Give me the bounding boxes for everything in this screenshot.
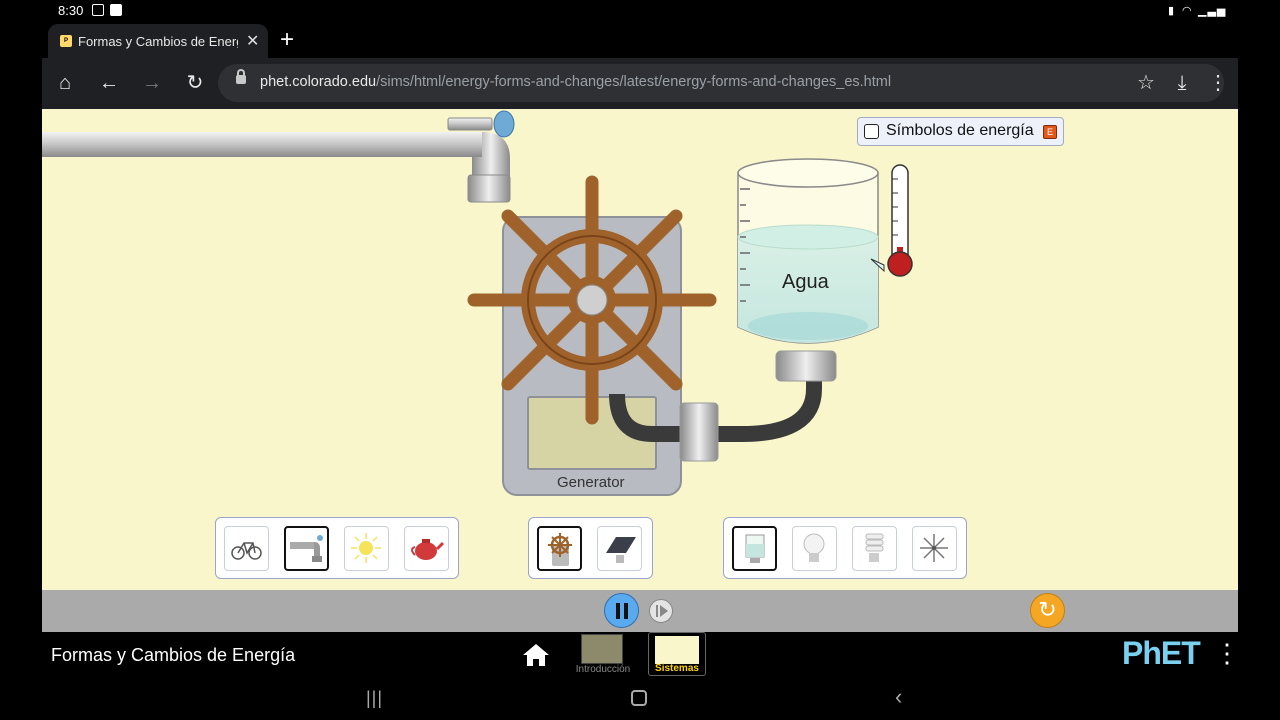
status-time: 8:30 — [58, 3, 84, 18]
tab-title: Formas y Cambios de Energía — [78, 34, 238, 49]
teapot-icon — [411, 539, 444, 560]
bicycle-icon — [231, 542, 262, 560]
recent-apps-icon[interactable]: ||| — [366, 688, 383, 709]
android-home-icon[interactable] — [631, 690, 647, 706]
browser-toolbar: ⌂ ← → ↻ phet.colorado.edu/sims/html/ener… — [42, 58, 1238, 109]
pause-icon-bar — [624, 603, 628, 619]
reset-icon: ↻ — [1038, 597, 1057, 622]
beaker[interactable] — [737, 158, 879, 344]
incandescent-bulb-icon — [803, 533, 825, 562]
phet-menu-icon[interactable]: ⋮ — [1214, 640, 1240, 666]
converter-carousel — [528, 517, 653, 579]
user-incandescent-bulb-button[interactable] — [792, 526, 837, 571]
source-teapot-button[interactable] — [404, 526, 449, 571]
converter-solar-panel-button[interactable] — [597, 526, 642, 571]
screen-button-sistemas[interactable]: Sistemas — [648, 632, 706, 676]
android-navigation-bar: ||| ‹ — [0, 678, 1280, 720]
status-bar: 8:30 ▮ ◠ ▁▃▅ — [0, 0, 1280, 22]
forward-icon[interactable]: → — [139, 70, 165, 96]
step-bar-icon — [656, 605, 658, 617]
energy-symbols-checkbox[interactable] — [864, 124, 879, 139]
download-icon[interactable]: ⤓ — [1169, 70, 1195, 96]
user-beaker-button[interactable] — [732, 526, 777, 571]
solar-panel-icon — [606, 537, 636, 563]
pause-icon — [616, 603, 620, 619]
energy-source-carousel — [215, 517, 459, 579]
intro-thumbnail — [581, 634, 623, 664]
source-sun-button[interactable] — [344, 526, 389, 571]
faucet[interactable] — [42, 110, 515, 203]
home-screen-icon[interactable] — [522, 643, 550, 667]
bookmark-star-icon[interactable]: ☆ — [1133, 70, 1159, 96]
user-fluorescent-bulb-button[interactable] — [852, 526, 897, 571]
home-icon[interactable]: ⌂ — [52, 70, 78, 96]
menu-dots-icon[interactable]: ⋮ — [1205, 70, 1231, 96]
app-icon — [110, 4, 122, 16]
new-tab-button[interactable]: + — [280, 28, 294, 52]
converter-generator-button[interactable] — [537, 526, 582, 571]
generator-icon — [548, 533, 572, 566]
beaker-label: Agua — [782, 271, 829, 293]
sistemas-thumbnail — [655, 636, 699, 664]
sun-icon — [351, 533, 381, 563]
energy-symbols-label: Símbolos de energía — [886, 122, 1034, 139]
wheel[interactable] — [467, 175, 717, 425]
phet-favicon-icon: P — [60, 35, 72, 47]
sim-title: Formas y Cambios de Energía — [51, 645, 296, 665]
sim-control-bar: ↻ — [42, 590, 1238, 632]
signal-icon: ▁▃▅ — [1198, 5, 1227, 17]
play-pause-button[interactable] — [604, 593, 639, 628]
lock-icon — [236, 69, 246, 84]
reset-all-button[interactable]: ↻ — [1030, 593, 1065, 628]
phet-navigation-bar: Formas y Cambios de Energía Introducción… — [42, 632, 1240, 678]
screenshot-icon — [92, 4, 104, 16]
url-text[interactable]: phet.colorado.edu/sims/html/energy-forms… — [260, 74, 891, 90]
beaker-icon — [745, 534, 765, 563]
screen-label-sistemas: Sistemas — [655, 663, 699, 674]
fan-icon — [920, 534, 948, 562]
energy-symbols-toggle[interactable]: Símbolos de energía E — [857, 117, 1064, 146]
browser-tab[interactable]: P Formas y Cambios de Energía ✕ — [48, 24, 268, 58]
screen-button-introduccion[interactable]: Introducción — [568, 634, 638, 676]
tab-strip: P Formas y Cambios de Energía ✕ + — [42, 22, 1238, 58]
address-bar[interactable]: phet.colorado.edu/sims/html/energy-forms… — [218, 64, 1224, 102]
phet-logo: PhET — [1122, 635, 1201, 671]
screen-label-introduccion: Introducción — [575, 664, 631, 675]
back-icon[interactable]: ← — [96, 70, 122, 96]
step-triangle-icon — [660, 605, 668, 617]
step-forward-button[interactable] — [649, 599, 673, 623]
wifi-icon: ◠ — [1182, 5, 1193, 17]
faucet-icon — [290, 535, 323, 562]
android-back-icon[interactable]: ‹ — [895, 684, 902, 710]
energy-chunk-icon: E — [1043, 125, 1057, 139]
battery-lock-icon: ▮ — [1168, 5, 1176, 17]
fluorescent-bulb-icon — [865, 533, 884, 562]
user-fan-button[interactable] — [912, 526, 957, 571]
source-faucet-button[interactable] — [284, 526, 329, 571]
source-bicycle-button[interactable] — [224, 526, 269, 571]
energy-user-carousel — [723, 517, 967, 579]
close-tab-icon[interactable]: ✕ — [246, 31, 259, 51]
generator-label: Generator — [557, 474, 625, 491]
reload-icon[interactable]: ↻ — [182, 70, 208, 96]
